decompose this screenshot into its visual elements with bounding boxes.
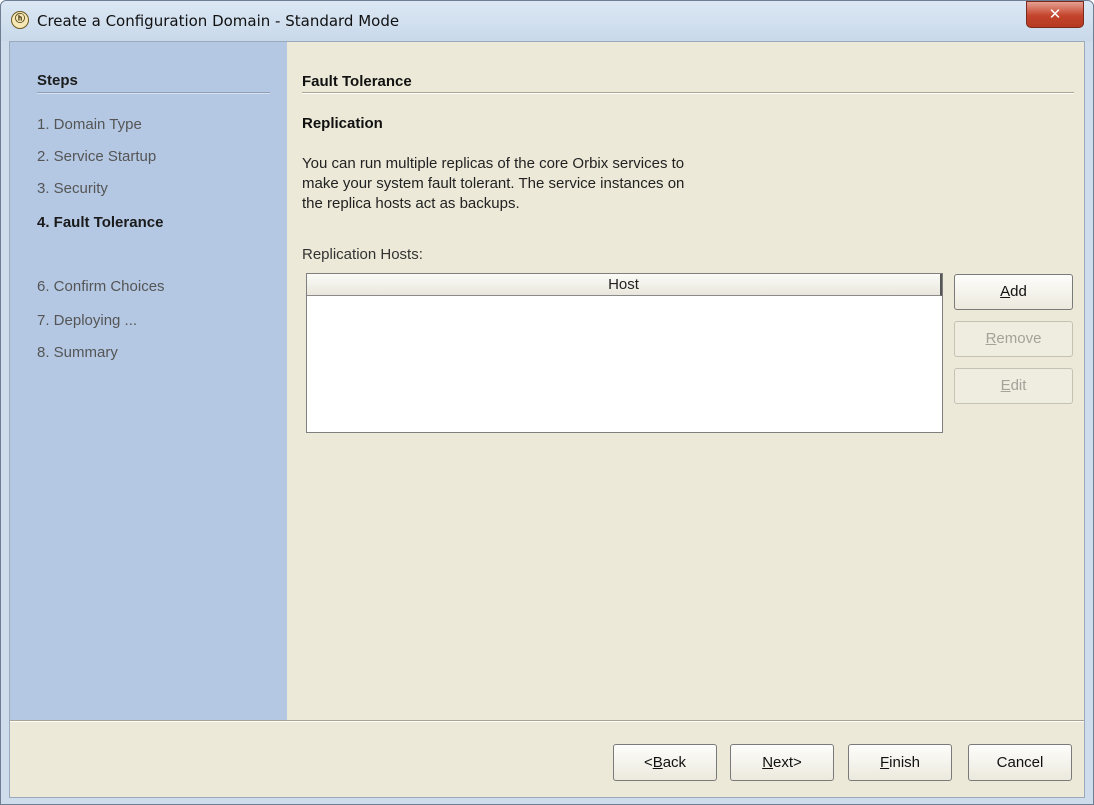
step-service-startup: 2. Service Startup [37, 148, 157, 165]
remove-button[interactable]: Remove [954, 321, 1073, 357]
back-button[interactable]: <Back [613, 744, 717, 781]
description-line: the replica hosts act as backups. [302, 195, 520, 212]
subsection-title: Replication [302, 115, 383, 132]
section-divider [302, 92, 1074, 94]
wizard-window: ⓗ Create a Configuration Domain - Standa… [0, 0, 1094, 805]
step-fault-tolerance: 4. Fault Tolerance [37, 214, 164, 231]
finish-button[interactable]: Finish [848, 744, 952, 781]
wizard-body: Steps 1. Domain Type 2. Service Startup … [9, 41, 1085, 798]
window-title: Create a Configuration Domain - Standard… [37, 12, 400, 30]
step-confirm-choices: 6. Confirm Choices [37, 278, 165, 295]
content-panel: Fault Tolerance Replication You can run … [287, 42, 1084, 720]
steps-panel: Steps 1. Domain Type 2. Service Startup … [10, 42, 287, 720]
description-line: make your system fault tolerant. The ser… [302, 175, 685, 192]
step-domain-type: 1. Domain Type [37, 116, 142, 133]
step-security: 3. Security [37, 180, 108, 197]
next-button[interactable]: Next> [730, 744, 834, 781]
description: You can run multiple replicas of the cor… [302, 154, 822, 214]
close-button[interactable]: ✕ [1026, 1, 1084, 28]
step-deploying: 7. Deploying ... [37, 312, 138, 329]
step-summary: 8. Summary [37, 344, 118, 361]
app-icon: ⓗ [11, 11, 29, 29]
replication-hosts-label: Replication Hosts: [302, 246, 423, 263]
add-button[interactable]: Add [954, 274, 1073, 310]
close-icon: ✕ [1048, 5, 1062, 23]
cancel-button[interactable]: Cancel [968, 744, 1072, 781]
footer-divider [10, 720, 1084, 722]
steps-title: Steps [37, 72, 78, 89]
steps-divider [37, 92, 270, 94]
edit-button[interactable]: Edit [954, 368, 1073, 404]
title-bar[interactable]: ⓗ Create a Configuration Domain - Standa… [1, 1, 1093, 41]
host-column-header[interactable]: Host [307, 274, 942, 296]
description-line: You can run multiple replicas of the cor… [302, 155, 685, 172]
section-title: Fault Tolerance [302, 73, 412, 90]
replication-hosts-table[interactable]: Host [306, 273, 943, 433]
